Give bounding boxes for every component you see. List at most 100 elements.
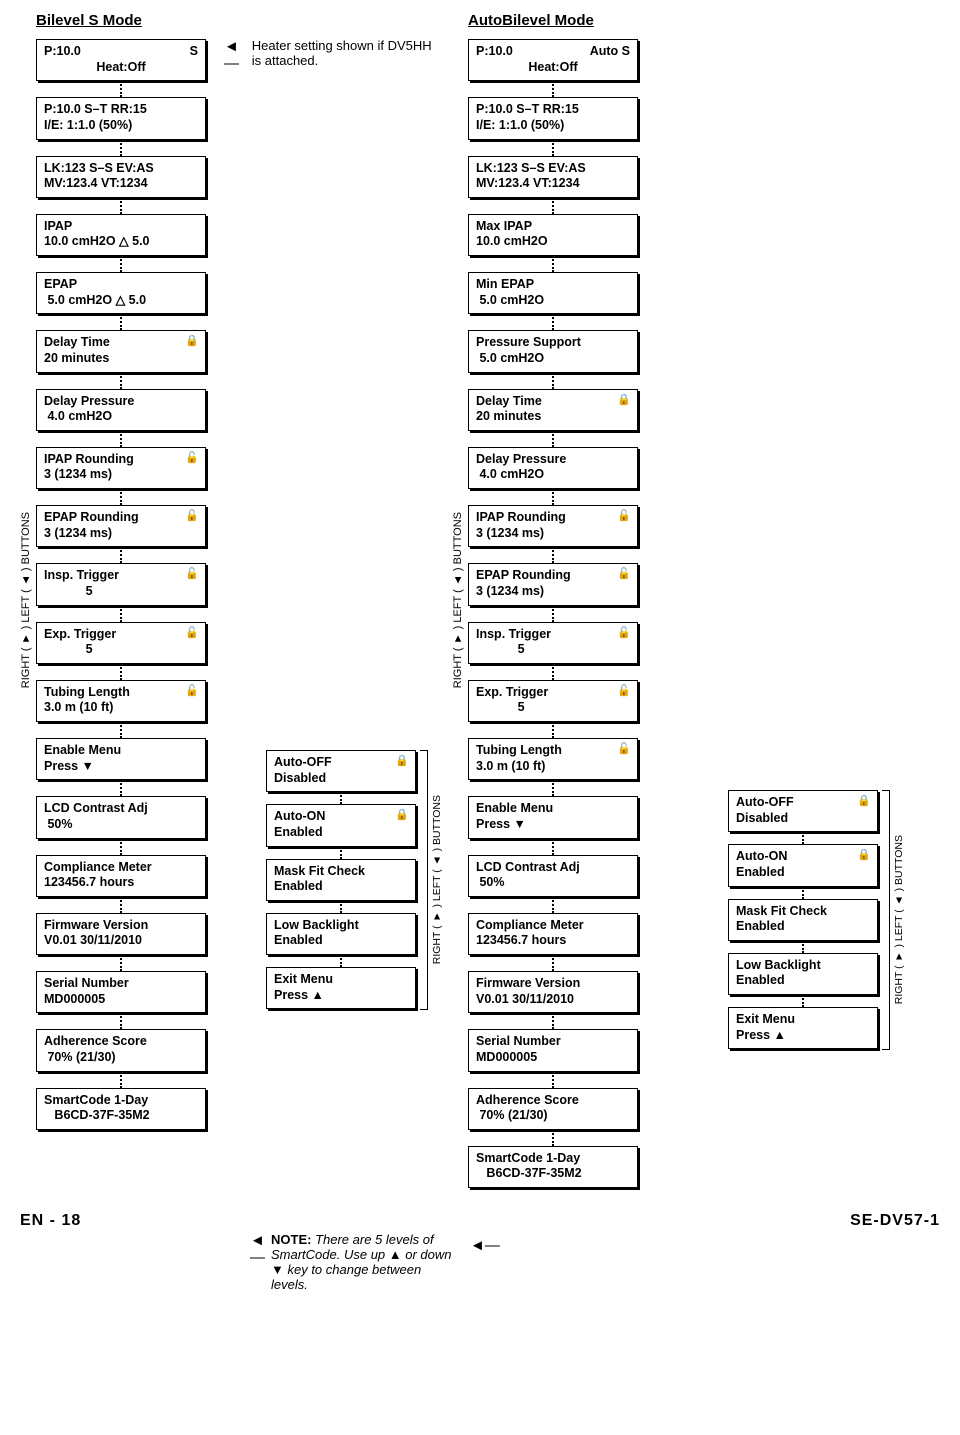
connector bbox=[552, 373, 554, 389]
lock-closed-icon: 🔒 bbox=[617, 394, 631, 408]
auto-box-15: Compliance Meter123456.7 hours bbox=[468, 913, 638, 955]
auto-box-1: P:10.0 S–T RR:15I/E: 1:1.0 (50%) bbox=[468, 97, 638, 139]
arrow-left-icon: ◄— bbox=[224, 38, 246, 72]
connector bbox=[552, 664, 554, 680]
lock-closed-icon: 🔒 bbox=[857, 795, 871, 809]
bilevel-box-11: Tubing Length3.0 m (10 ft)🔓 bbox=[36, 680, 206, 722]
lock-closed-icon: 🔒 bbox=[857, 849, 871, 863]
connector bbox=[802, 941, 804, 953]
connector bbox=[552, 955, 554, 971]
bilevel-box-8: EPAP Rounding3 (1234 ms)🔓 bbox=[36, 505, 206, 547]
connector bbox=[120, 839, 122, 855]
title-bilevel: Bilevel S Mode bbox=[36, 12, 206, 29]
auto-box-5: Pressure Support 5.0 cmH2O bbox=[468, 330, 638, 372]
auto-box-10: Insp. Trigger 5🔓 bbox=[468, 622, 638, 664]
connector bbox=[552, 606, 554, 622]
side-label-submenu1: RIGHT ( ▼ ) LEFT ( ▲ ) BUTTONS bbox=[431, 795, 443, 964]
submenu2-box-4: Exit MenuPress ▲ bbox=[728, 1007, 878, 1049]
lock-closed-icon: 🔒 bbox=[185, 335, 199, 349]
lock-open-icon: 🔓 bbox=[617, 568, 631, 582]
auto-box-8: IPAP Rounding3 (1234 ms)🔓 bbox=[468, 505, 638, 547]
connector bbox=[552, 140, 554, 156]
bilevel-chain: P:10.0SHeat:Off P:10.0 S–T RR:15I/E: 1:1.… bbox=[36, 39, 206, 1130]
side-label-submenu2: RIGHT ( ▼ ) LEFT ( ▲ ) BUTTONS bbox=[893, 835, 905, 1004]
connector bbox=[552, 1013, 554, 1029]
side-label-auto: RIGHT ( ▼ ) LEFT ( ▲ ) BUTTONS bbox=[452, 512, 464, 688]
auto-box-16: Firmware VersionV0.01 30/11/2010 bbox=[468, 971, 638, 1013]
auto-box-2: LK:123 S–S EV:ASMV:123.4 VT:1234 bbox=[468, 156, 638, 198]
auto-box-6: Delay Time20 minutes🔒 bbox=[468, 389, 638, 431]
connector bbox=[120, 547, 122, 563]
arrow-left-icon: ◄— bbox=[250, 1232, 265, 1266]
bilevel-box-17: Adherence Score 70% (21/30) bbox=[36, 1029, 206, 1071]
bilevel-box-0: P:10.0SHeat:Off bbox=[36, 39, 206, 81]
connector bbox=[802, 887, 804, 899]
connector bbox=[120, 431, 122, 447]
title-auto: AutoBilevel Mode bbox=[468, 12, 638, 29]
connector bbox=[340, 901, 342, 913]
submenu2-box-2: Mask Fit CheckEnabled bbox=[728, 899, 878, 941]
bilevel-box-16: Serial NumberMD000005 bbox=[36, 971, 206, 1013]
submenu2-box-0: Auto-OFFDisabled🔒 bbox=[728, 790, 878, 832]
bilevel-box-3: IPAP10.0 cmH2O △ 5.0 bbox=[36, 214, 206, 256]
connector bbox=[552, 314, 554, 330]
auto-box-3: Max IPAP10.0 cmH2O bbox=[468, 214, 638, 256]
connector bbox=[120, 198, 122, 214]
lock-open-icon: 🔓 bbox=[617, 743, 631, 757]
submenu2-box-1: Auto-ONEnabled🔒 bbox=[728, 844, 878, 886]
lock-open-icon: 🔓 bbox=[617, 510, 631, 524]
connector bbox=[120, 256, 122, 272]
heater-note: ◄— Heater setting shown if DV5HH is atta… bbox=[224, 38, 434, 72]
footer-right: SE-DV57-1 bbox=[850, 1212, 940, 1230]
bilevel-box-13: LCD Contrast Adj 50% bbox=[36, 796, 206, 838]
auto-box-17: Serial NumberMD000005 bbox=[468, 1029, 638, 1071]
connector bbox=[552, 431, 554, 447]
connector bbox=[120, 606, 122, 622]
auto-box-18: Adherence Score 70% (21/30) bbox=[468, 1088, 638, 1130]
connector bbox=[552, 780, 554, 796]
connector bbox=[802, 995, 804, 1007]
auto-box-9: EPAP Rounding3 (1234 ms)🔓 bbox=[468, 563, 638, 605]
bilevel-box-4: EPAP 5.0 cmH2O △ 5.0 bbox=[36, 272, 206, 314]
auto-box-4: Min EPAP 5.0 cmH2O bbox=[468, 272, 638, 314]
submenu1-box-0: Auto-OFFDisabled🔒 bbox=[266, 750, 416, 792]
bilevel-box-12: Enable MenuPress ▼ bbox=[36, 738, 206, 780]
connector bbox=[120, 955, 122, 971]
connector bbox=[120, 664, 122, 680]
bilevel-box-5: Delay Time20 minutes🔒 bbox=[36, 330, 206, 372]
auto-submenu-block: Auto-OFFDisabled🔒 Auto-ONEnabled🔒 Mask Fit… bbox=[728, 790, 905, 1050]
connector bbox=[120, 722, 122, 738]
connector bbox=[120, 897, 122, 913]
connector bbox=[552, 198, 554, 214]
bilevel-box-14: Compliance Meter123456.7 hours bbox=[36, 855, 206, 897]
bilevel-box-10: Exp. Trigger 5🔓 bbox=[36, 622, 206, 664]
connector bbox=[120, 314, 122, 330]
connector bbox=[120, 373, 122, 389]
bilevel-box-15: Firmware VersionV0.01 30/11/2010 bbox=[36, 913, 206, 955]
connector bbox=[552, 1072, 554, 1088]
lock-open-icon: 🔓 bbox=[185, 685, 199, 699]
connector bbox=[340, 955, 342, 967]
bilevel-box-1: P:10.0 S–T RR:15I/E: 1:1.0 (50%) bbox=[36, 97, 206, 139]
bilevel-box-6: Delay Pressure 4.0 cmH2O bbox=[36, 389, 206, 431]
lock-open-icon: 🔓 bbox=[617, 627, 631, 641]
connector bbox=[340, 792, 342, 804]
submenu1-box-3: Low BacklightEnabled bbox=[266, 913, 416, 955]
lock-closed-icon: 🔒 bbox=[395, 755, 409, 769]
bilevel-box-9: Insp. Trigger 5🔓 bbox=[36, 563, 206, 605]
connector bbox=[552, 547, 554, 563]
connector bbox=[552, 897, 554, 913]
auto-box-19: SmartCode 1-Day B6CD-37F-35M2 bbox=[468, 1146, 638, 1188]
smartcode-note: ◄— NOTE: There are 5 levels of SmartCode… bbox=[250, 1232, 460, 1292]
lock-open-icon: 🔓 bbox=[185, 452, 199, 466]
lock-closed-icon: 🔒 bbox=[395, 809, 409, 823]
auto-box-13: Enable MenuPress ▼ bbox=[468, 796, 638, 838]
auto-box-7: Delay Pressure 4.0 cmH2O bbox=[468, 447, 638, 489]
connector bbox=[340, 847, 342, 859]
submenu2-box-3: Low BacklightEnabled bbox=[728, 953, 878, 995]
submenu1-box-2: Mask Fit CheckEnabled bbox=[266, 859, 416, 901]
auto-box-14: LCD Contrast Adj 50% bbox=[468, 855, 638, 897]
lock-open-icon: 🔓 bbox=[185, 510, 199, 524]
auto-box-0: P:10.0Auto SHeat:Off bbox=[468, 39, 638, 81]
connector bbox=[552, 256, 554, 272]
